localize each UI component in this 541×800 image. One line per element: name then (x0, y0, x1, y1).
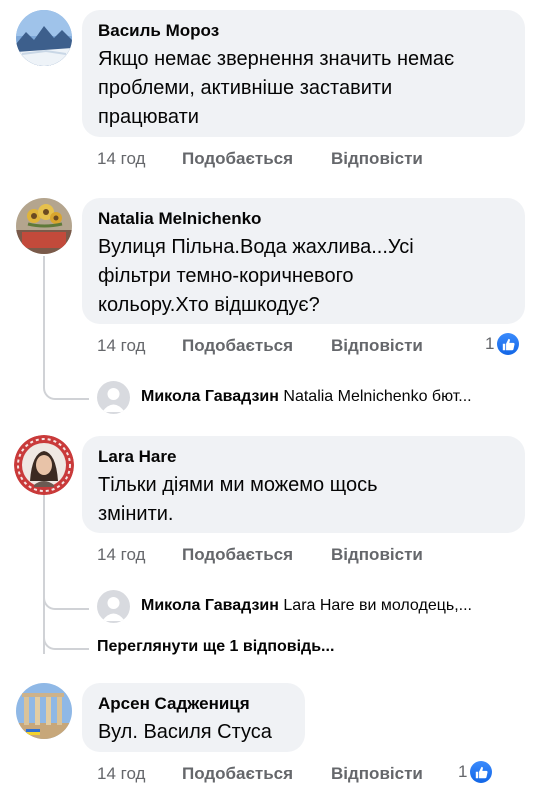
like-button[interactable]: Подобається (182, 149, 293, 169)
reply-preview[interactable]: Микола Гавадзин Lara Hare ви молодець,..… (141, 597, 472, 615)
reaction-summary[interactable]: 1 (485, 333, 520, 355)
winter-landscape-avatar-image (16, 10, 72, 66)
comment-timestamp[interactable]: 14 год (97, 336, 145, 356)
comment-bubble: Lara Hare Тільки діями ми можемо щось зм… (82, 436, 525, 533)
reply-button[interactable]: Відповісти (331, 545, 423, 565)
default-user-icon (102, 597, 125, 621)
comment-timestamp[interactable]: 14 год (97, 149, 145, 169)
comment-bubble: Василь Мороз Якщо немає звернення значит… (82, 10, 525, 137)
reaction-summary[interactable]: 1 (458, 761, 493, 783)
like-button[interactable]: Подобається (182, 336, 293, 356)
comment-text: Якщо немає звернення значить немає пробл… (98, 45, 509, 132)
reply-button[interactable]: Відповісти (331, 764, 423, 784)
comment-text-line: Вул. Василя Стуса (98, 721, 272, 743)
comment-timestamp[interactable]: 14 год (97, 764, 145, 784)
comment-actions: 14 год Подобається Відповісти (0, 336, 541, 358)
avatar[interactable] (97, 381, 130, 414)
comment-text: Вул. Василя Стуса (98, 718, 289, 747)
comment-text-line: проблеми, активніше заставити (98, 77, 393, 99)
reaction-count: 1 (458, 762, 468, 781)
avatar[interactable] (16, 198, 72, 254)
embroidered-frame-avatar-image (14, 435, 74, 495)
avatar[interactable] (16, 683, 72, 739)
avatar[interactable] (97, 590, 130, 623)
like-button[interactable]: Подобається (182, 545, 293, 565)
like-button[interactable]: Подобається (182, 764, 293, 784)
comment-text: Тільки діями ми можемо щось змінити. (98, 471, 509, 529)
comment-text-line: Якщо немає звернення значить немає (98, 48, 455, 70)
thread-connector (43, 588, 89, 610)
comment-text: Вулиця Пільна.Вода жахлива...Усі фільтри… (98, 233, 509, 320)
default-user-icon (102, 388, 125, 412)
sunflowers-avatar-image (16, 198, 72, 254)
thread-connector (43, 378, 89, 400)
reaction-count: 1 (485, 334, 495, 353)
reply-author: Микола Гавадзин (141, 597, 279, 614)
comment-bubble: Арсен Саджениця Вул. Василя Стуса (82, 683, 305, 752)
reply-author: Микола Гавадзин (141, 388, 279, 405)
thread-connector (43, 630, 89, 650)
reply-button[interactable]: Відповісти (331, 149, 423, 169)
comment-author[interactable]: Lara Hare (98, 446, 509, 468)
comment-text-line: Тільки діями ми можемо щось (98, 474, 378, 496)
reply-preview[interactable]: Микола Гавадзин Natalia Melnichenko бют.… (141, 388, 472, 406)
reply-text: Lara Hare ви молодець,... (283, 597, 472, 614)
ancient-columns-avatar-image (16, 683, 72, 739)
avatar[interactable] (14, 435, 74, 495)
comment-author[interactable]: Василь Мороз (98, 20, 509, 42)
reply-button[interactable]: Відповісти (331, 336, 423, 356)
comment-text-line: фільтри темно-коричневого (98, 265, 354, 287)
avatar[interactable] (16, 10, 72, 66)
thumbs-up-icon (497, 333, 520, 355)
comment-text-line: змінити. (98, 503, 174, 525)
comment-text-line: Вулиця Пільна.Вода жахлива...Усі (98, 236, 414, 258)
view-more-replies-link[interactable]: Переглянути ще 1 відповідь... (97, 638, 334, 656)
comment-actions: 14 год Подобається Відповісти (0, 545, 541, 567)
thread-line (43, 256, 45, 384)
thumbs-up-icon (470, 761, 493, 783)
comment-timestamp[interactable]: 14 год (97, 545, 145, 565)
comment-bubble: Natalia Melnichenko Вулиця Пільна.Вода ж… (82, 198, 525, 324)
comment-text-line: кольору.Хто відшкодує? (98, 294, 320, 316)
comment-actions: 14 год Подобається Відповісти (0, 149, 541, 171)
comment-author[interactable]: Natalia Melnichenko (98, 208, 509, 230)
reply-text: Natalia Melnichenko бют... (283, 388, 472, 405)
comment-text-line: працювати (98, 106, 199, 128)
comment-author[interactable]: Арсен Саджениця (98, 693, 289, 715)
